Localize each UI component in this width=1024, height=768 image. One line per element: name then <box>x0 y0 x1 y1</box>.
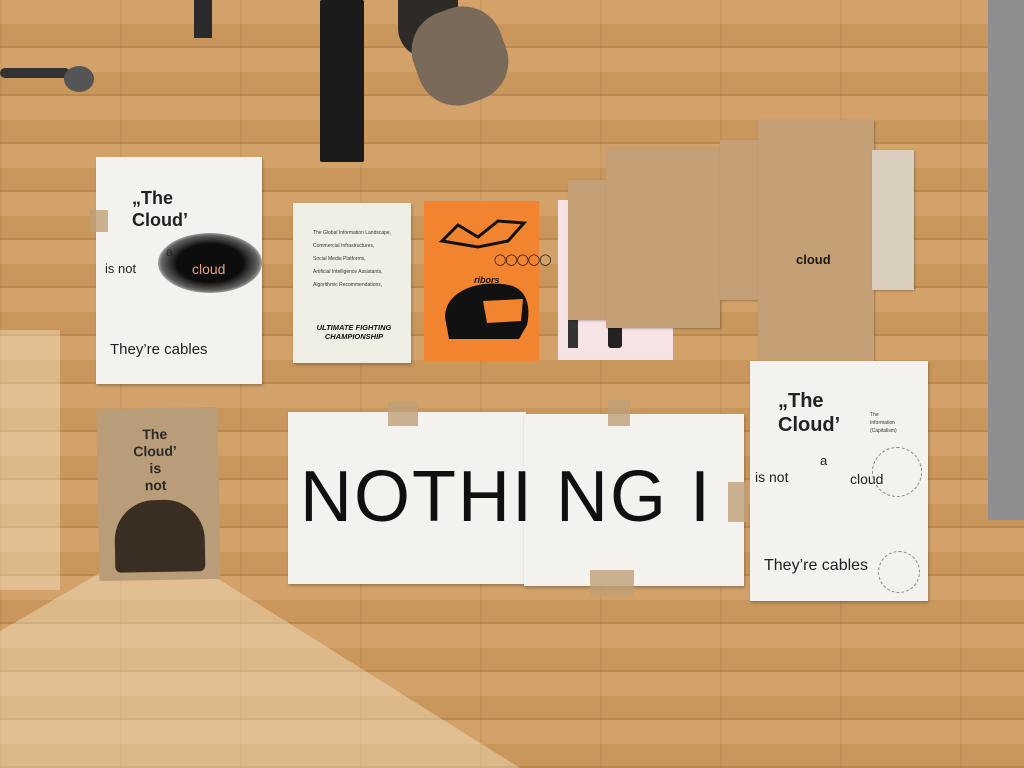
poster-a: a <box>166 245 173 259</box>
chair-leg-shadow <box>320 0 364 162</box>
poster-is-not: is not <box>105 261 137 276</box>
poster-ufc: The Global Information Landscape, Commer… <box>293 203 411 363</box>
poster-cardboard: The Cloud’ is not <box>96 406 221 582</box>
tape <box>388 402 418 426</box>
list-item: Commercial Infrastructures, <box>313 243 375 249</box>
grey-edge <box>988 0 1024 520</box>
tape <box>590 570 634 596</box>
person-photo <box>114 499 206 573</box>
olympic-rings-icon: ◯◯◯◯◯ <box>494 254 552 266</box>
chair-wheel <box>0 60 95 94</box>
poster-small-text: The Information (Capitalism) <box>870 412 897 434</box>
poster-a: a <box>820 453 828 468</box>
poster-cables: They’re cables <box>764 557 869 574</box>
tape <box>90 210 108 232</box>
racetrack-icon <box>438 219 528 249</box>
sandals <box>398 0 520 117</box>
poster-cloud-word: cloud <box>192 261 226 277</box>
tape <box>728 482 748 522</box>
poster-cables: They’re cables <box>110 341 208 358</box>
cardboard-panel <box>606 148 720 328</box>
list-item: The Global Information Landscape, <box>313 230 392 236</box>
cardboard-flap <box>568 180 608 320</box>
cardboard-label: cloud <box>796 252 831 267</box>
cardboard-flap <box>720 140 758 300</box>
list-item: Algorithmic Recommendations, <box>313 282 383 288</box>
cardboard-flap <box>872 150 914 290</box>
helmet-brand: ribors <box>474 275 500 285</box>
poster-footer: ULTIMATE FIGHTING CHAMPIONSHIP <box>316 323 392 341</box>
banner-text: NOTHI NG I <box>300 457 712 537</box>
poster-title: The Cloud’ is not <box>133 425 177 494</box>
tape <box>608 400 630 426</box>
chair-post <box>194 0 212 38</box>
poster-title: „The Cloud’ <box>132 188 188 230</box>
list-item: Artificial Intelligence Assistants, <box>313 269 383 275</box>
poster-helmet: ◯◯◯◯◯ ribors <box>424 201 552 361</box>
sunlight-strip <box>0 330 60 590</box>
poster-title: „The Cloud’ <box>778 390 841 436</box>
poster-cloud-right: „The Cloud’ The Information (Capitalism)… <box>750 361 928 601</box>
cardboard-panel <box>758 120 874 382</box>
list-item: Social Media Platforms, <box>313 256 366 262</box>
globe-graphic <box>878 551 920 593</box>
helmet-icon <box>445 283 529 339</box>
poster-list: The Global Information Landscape, Commer… <box>313 227 391 292</box>
globe-graphic <box>872 447 922 497</box>
poster-cloud-left: „The Cloud’ is not a cloud They’re cable… <box>96 157 262 384</box>
poster-is-not: is not <box>755 469 789 485</box>
